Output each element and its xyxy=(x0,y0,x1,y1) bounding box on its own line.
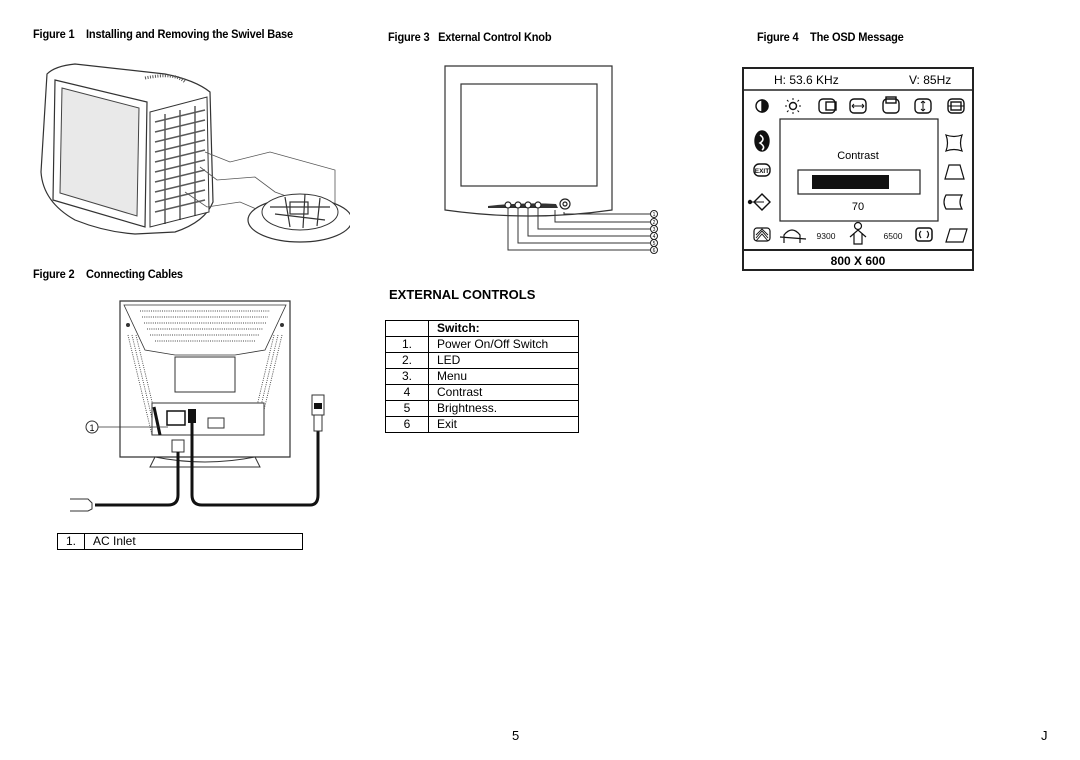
swivel-base-illustration xyxy=(40,63,350,243)
row-number: 2. xyxy=(385,352,429,369)
table-row: 6 Exit xyxy=(385,416,579,433)
figure-3-caption: Figure 3 External Control Knob xyxy=(388,30,552,44)
figure-title: Installing and Removing the Swivel Base xyxy=(86,27,293,41)
figure-title: The OSD Message xyxy=(810,30,904,44)
table-header-row: Switch: xyxy=(385,320,579,337)
page-number: 5 xyxy=(512,728,520,743)
figure-title: Connecting Cables xyxy=(86,267,183,281)
row-label: Exit xyxy=(428,416,579,433)
osd-value: 70 xyxy=(852,201,864,213)
row-label: Brightness. xyxy=(428,400,579,417)
table-row: 1. AC Inlet xyxy=(57,533,303,550)
external-controls-heading: EXTERNAL CONTROLS xyxy=(389,287,536,302)
row-number: 4 xyxy=(385,384,429,401)
external-controls-table: Switch: 1. Power On/Off Switch 2. LED 3.… xyxy=(385,320,579,433)
h-frequency: H: 53.6 KHz xyxy=(774,73,839,87)
row-number: 1. xyxy=(385,336,429,353)
osd-message-panel: H: 53.6 KHz V: 85Hz Contrast 70 EXIT 930… xyxy=(742,67,974,271)
row-label: Power On/Off Switch xyxy=(428,336,579,353)
row-number: 5 xyxy=(385,400,429,417)
figure-2-caption: Figure 2 Connecting Cables xyxy=(33,267,183,281)
callout-3: 3 xyxy=(653,227,656,233)
figure-label: Figure 3 xyxy=(388,30,430,44)
color-temp-9300: 9300 xyxy=(817,231,836,241)
svg-text:EXIT: EXIT xyxy=(755,168,769,175)
header-blank xyxy=(385,320,429,337)
corner-letter: J xyxy=(1041,728,1048,743)
callout-1: 1 xyxy=(653,212,656,218)
language-icon xyxy=(754,130,770,152)
figure-label: Figure 2 xyxy=(33,267,75,281)
callout-2: 2 xyxy=(653,220,656,226)
row-label: LED xyxy=(428,352,579,369)
column-header: Switch: xyxy=(428,320,579,337)
contrast-icon xyxy=(755,99,769,113)
osd-panel-title: Contrast xyxy=(837,150,879,162)
v-frequency: V: 85Hz xyxy=(909,73,951,87)
figure-label: Figure 1 xyxy=(33,27,75,41)
table-row: 3. Menu xyxy=(385,368,579,385)
row-number: 6 xyxy=(385,416,429,433)
row-number: 3. xyxy=(385,368,429,385)
figure-label: Figure 4 xyxy=(757,30,799,44)
table-row: 5 Brightness. xyxy=(385,400,579,417)
table-row: 4 Contrast xyxy=(385,384,579,401)
ac-inlet-table: 1. AC Inlet xyxy=(57,533,303,550)
contrast-slider-fill xyxy=(812,175,889,189)
table-row: 1. Power On/Off Switch xyxy=(385,336,579,353)
row-label: Menu xyxy=(428,368,579,385)
callout-6: 6 xyxy=(653,248,656,254)
row-number: 1. xyxy=(57,533,85,550)
callout-4: 4 xyxy=(653,234,656,240)
table-row: 2. LED xyxy=(385,352,579,369)
color-temp-6500: 6500 xyxy=(884,231,903,241)
figure-4-caption: Figure 4 The OSD Message xyxy=(757,30,904,44)
callout-1: 1 xyxy=(89,423,94,433)
figure-title: External Control Knob xyxy=(438,30,552,44)
connecting-cables-illustration: 1 xyxy=(70,300,325,512)
callout-5: 5 xyxy=(653,241,656,247)
row-label: Contrast xyxy=(428,384,579,401)
row-label: AC Inlet xyxy=(84,533,303,550)
external-control-knob-illustration: 1 2 3 4 5 6 xyxy=(444,65,658,254)
figure-1-caption: Figure 1 Installing and Removing the Swi… xyxy=(33,27,293,41)
osd-resolution: 800 X 600 xyxy=(831,254,886,268)
